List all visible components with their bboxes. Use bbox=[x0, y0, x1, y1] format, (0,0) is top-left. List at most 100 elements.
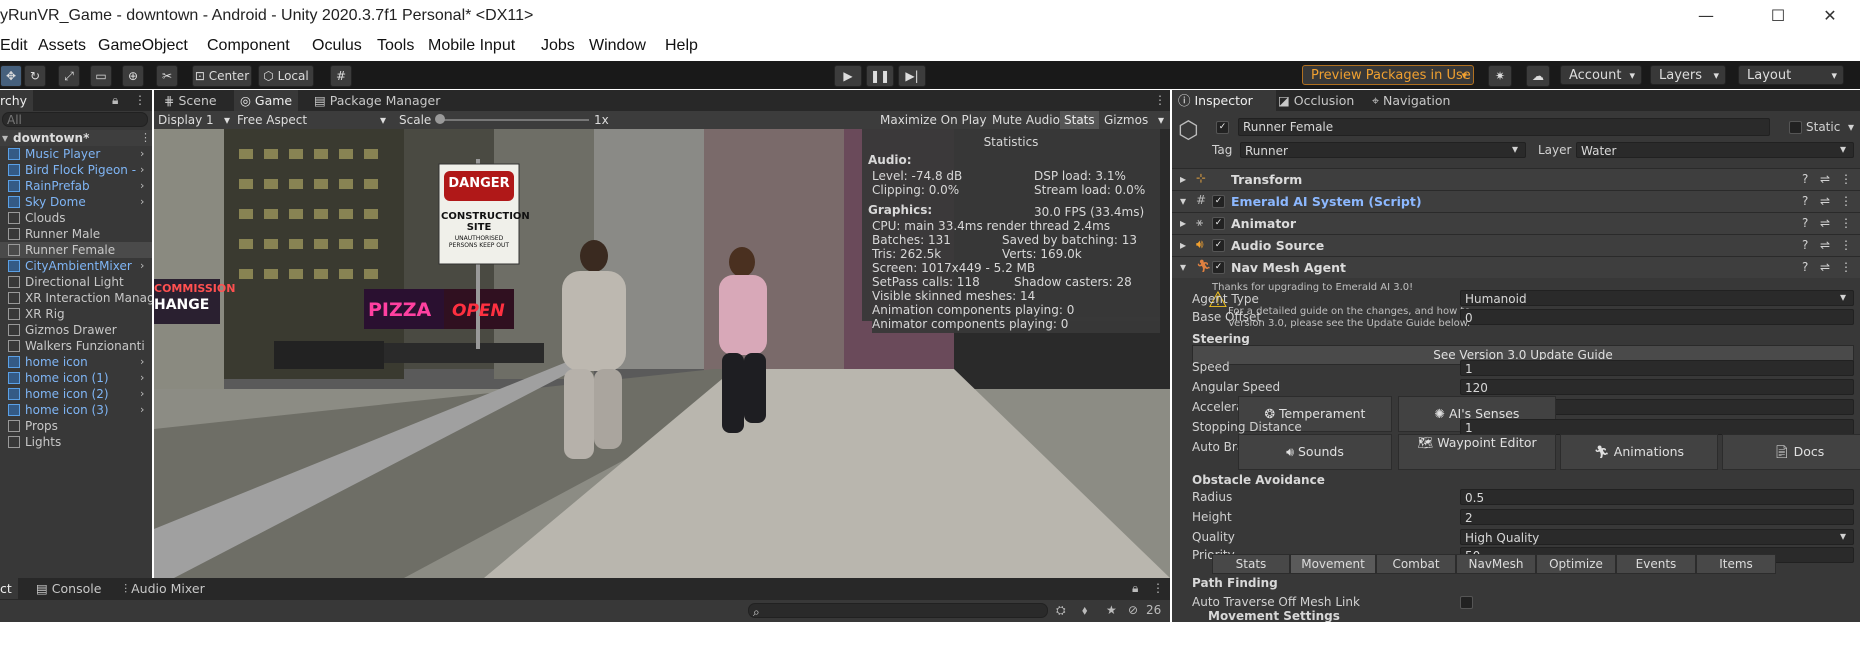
presets-icon[interactable]: ⇌ bbox=[1820, 172, 1830, 186]
hierarchy-item[interactable]: home icon (3) › bbox=[0, 402, 152, 418]
hierarchy-item[interactable]: Bird Flock Pigeon - › bbox=[0, 162, 152, 178]
presets-icon[interactable]: ⇌ bbox=[1820, 260, 1830, 274]
play-button[interactable]: ▶ bbox=[834, 65, 862, 87]
maximize-button[interactable]: ☐ bbox=[1758, 6, 1798, 28]
nav-enabled-checkbox[interactable]: ✓ bbox=[1212, 261, 1225, 274]
hierarchy-item[interactable]: Walkers Funzionanti bbox=[0, 338, 152, 354]
height-field[interactable]: 2 bbox=[1460, 509, 1854, 525]
hierarchy-item[interactable]: Clouds bbox=[0, 210, 152, 226]
stopping-distance-field[interactable]: 1 bbox=[1460, 419, 1854, 435]
tab-scene[interactable]: ⋕ Scene bbox=[158, 90, 223, 111]
component-transform[interactable]: ▸ ⊹ Transform ? ⇌ ⋮ bbox=[1172, 168, 1860, 190]
preview-packages-dropdown[interactable]: Preview Packages in Use bbox=[1302, 65, 1474, 86]
static-checkbox[interactable] bbox=[1789, 121, 1802, 134]
lock-icon[interactable]: 🔒︎ bbox=[112, 93, 118, 108]
open-prefab-arrow-icon[interactable]: › bbox=[140, 354, 144, 370]
maximize-on-play-button[interactable]: Maximize On Play bbox=[880, 113, 987, 127]
hierarchy-item[interactable]: Props bbox=[0, 418, 152, 434]
radius-field[interactable]: 0.5 bbox=[1460, 489, 1854, 505]
tab-package-manager[interactable]: ▤ Package Manager bbox=[308, 90, 446, 111]
layer-dropdown[interactable]: Water bbox=[1576, 142, 1854, 158]
bottom-more-icon[interactable]: ⋮ bbox=[1152, 581, 1164, 595]
static-chevron-icon[interactable]: ▾ bbox=[1848, 120, 1854, 134]
move-tool-icon[interactable]: ✥ bbox=[0, 65, 22, 87]
hierarchy-item[interactable]: Runner Male bbox=[0, 226, 152, 242]
component-nav-mesh-agent[interactable]: ▾ 🏃︎ ✓ Nav Mesh Agent ? ⇌ ⋮ bbox=[1172, 256, 1860, 278]
emerald-enabled-checkbox[interactable]: ✓ bbox=[1212, 195, 1225, 208]
help-icon[interactable]: ? bbox=[1802, 194, 1808, 208]
animations-button[interactable]: 🏃︎ Animations bbox=[1560, 434, 1718, 470]
subtab-combat[interactable]: Combat bbox=[1376, 554, 1456, 574]
bottom-lock-icon[interactable]: 🔒︎ bbox=[1132, 581, 1138, 596]
tab-hierarchy[interactable]: rchy bbox=[0, 90, 34, 111]
hierarchy-item[interactable]: Directional Light bbox=[0, 274, 152, 290]
menu-help[interactable]: Help bbox=[665, 37, 698, 55]
sounds-button[interactable]: 🔊︎ Sounds bbox=[1238, 434, 1392, 470]
quality-dropdown[interactable]: High Quality bbox=[1460, 529, 1854, 545]
subtab-items[interactable]: Items bbox=[1696, 554, 1776, 574]
menu-jobs[interactable]: Jobs bbox=[541, 37, 575, 55]
hierarchy-item[interactable]: Runner Female bbox=[0, 242, 152, 258]
tab-occlusion[interactable]: ◪ Occlusion bbox=[1272, 90, 1360, 111]
display-dropdown[interactable]: Display 1 bbox=[158, 113, 214, 127]
hierarchy-item[interactable]: Gizmos Drawer bbox=[0, 322, 152, 338]
presets-icon[interactable]: ⇌ bbox=[1820, 238, 1830, 252]
hierarchy-item[interactable]: XR Rig bbox=[0, 306, 152, 322]
project-search-input[interactable]: ⌕ bbox=[748, 603, 1048, 619]
menu-gameobject[interactable]: GameObject bbox=[98, 37, 188, 55]
menu-window[interactable]: Window bbox=[589, 37, 646, 55]
presets-icon[interactable]: ⇌ bbox=[1820, 194, 1830, 208]
aspect-dropdown[interactable]: Free Aspect bbox=[237, 113, 307, 127]
hierarchy-item[interactable]: Sky Dome › bbox=[0, 194, 152, 210]
animator-enabled-checkbox[interactable]: ✓ bbox=[1212, 217, 1225, 230]
open-prefab-arrow-icon[interactable]: › bbox=[140, 258, 144, 274]
rotate-tool-icon[interactable]: ↻ bbox=[24, 65, 46, 87]
rect-tool-icon[interactable]: ▭ bbox=[90, 65, 112, 87]
waypoint-editor-button[interactable]: 🗺︎ Waypoint Editor bbox=[1398, 434, 1556, 470]
auto-traverse-checkbox[interactable] bbox=[1460, 596, 1473, 609]
component-menu-icon[interactable]: ⋮ bbox=[1840, 216, 1852, 230]
subtab-movement[interactable]: Movement bbox=[1290, 554, 1376, 574]
docs-button[interactable]: 📄︎ Docs bbox=[1722, 434, 1860, 470]
menu-oculus[interactable]: Oculus bbox=[312, 37, 362, 55]
menu-mobile-input[interactable]: Mobile Input bbox=[428, 37, 515, 55]
menu-component[interactable]: Component bbox=[207, 37, 290, 55]
help-icon[interactable]: ? bbox=[1802, 260, 1808, 274]
component-emerald-ai[interactable]: ▾ # ✓ Emerald AI System (Script) ? ⇌ ⋮ bbox=[1172, 190, 1860, 212]
hierarchy-item[interactable]: home icon › bbox=[0, 354, 152, 370]
foldout-arrow-icon[interactable]: ▾ bbox=[1180, 194, 1186, 208]
stats-button[interactable]: Stats bbox=[1060, 111, 1099, 129]
tab-game[interactable]: ◎ Game bbox=[234, 90, 299, 111]
help-icon[interactable]: ? bbox=[1802, 238, 1808, 252]
pivot-local-toggle[interactable]: ⬡ Local bbox=[258, 65, 314, 87]
component-menu-icon[interactable]: ⋮ bbox=[1840, 194, 1852, 208]
angular-speed-field[interactable]: 120 bbox=[1460, 379, 1854, 395]
close-button[interactable]: ✕ bbox=[1810, 6, 1850, 28]
subtab-events[interactable]: Events bbox=[1616, 554, 1696, 574]
open-prefab-arrow-icon[interactable]: › bbox=[140, 370, 144, 386]
component-audio-source[interactable]: ▸ 🔊︎ ✓ Audio Source ? ⇌ ⋮ bbox=[1172, 234, 1860, 256]
step-button[interactable]: ▶| bbox=[898, 65, 926, 87]
scene-row[interactable]: ▾ downtown* ⋮ bbox=[0, 130, 152, 146]
hierarchy-item[interactable]: XR Interaction Manage bbox=[0, 290, 152, 306]
base-offset-field[interactable]: 0 bbox=[1460, 309, 1854, 325]
cloud-icon[interactable]: ☁ bbox=[1526, 65, 1550, 87]
foldout-arrow-icon[interactable]: ▸ bbox=[1180, 238, 1186, 252]
tab-console[interactable]: ▤ Console bbox=[30, 578, 107, 599]
game-view[interactable]: DANGER CONSTRUCTION SITE UNAUTHORISED PE… bbox=[154, 129, 1170, 578]
help-icon[interactable]: ? bbox=[1802, 172, 1808, 186]
game-more-icon[interactable]: ⋮ bbox=[1154, 93, 1166, 107]
tab-navigation[interactable]: ⌖ Navigation bbox=[1366, 90, 1456, 111]
object-name-field[interactable]: Runner Female bbox=[1238, 118, 1770, 136]
tab-inspector[interactable]: ⓘ Inspector bbox=[1172, 90, 1276, 111]
foldout-arrow-icon[interactable]: ▸ bbox=[1180, 216, 1186, 230]
agent-type-dropdown[interactable]: Humanoid bbox=[1460, 290, 1854, 306]
menu-assets[interactable]: Assets bbox=[38, 37, 86, 55]
component-animator[interactable]: ▸ ⚹ ✓ Animator ? ⇌ ⋮ bbox=[1172, 212, 1860, 234]
scale-slider[interactable] bbox=[439, 119, 589, 121]
layout-dropdown[interactable]: Layout bbox=[1738, 65, 1844, 86]
tab-audio-mixer[interactable]: ⫶ Audio Mixer bbox=[118, 578, 211, 599]
open-prefab-arrow-icon[interactable]: › bbox=[140, 194, 144, 210]
open-prefab-arrow-icon[interactable]: › bbox=[140, 146, 144, 162]
transform-tool-icon[interactable]: ⊕ bbox=[122, 65, 144, 87]
